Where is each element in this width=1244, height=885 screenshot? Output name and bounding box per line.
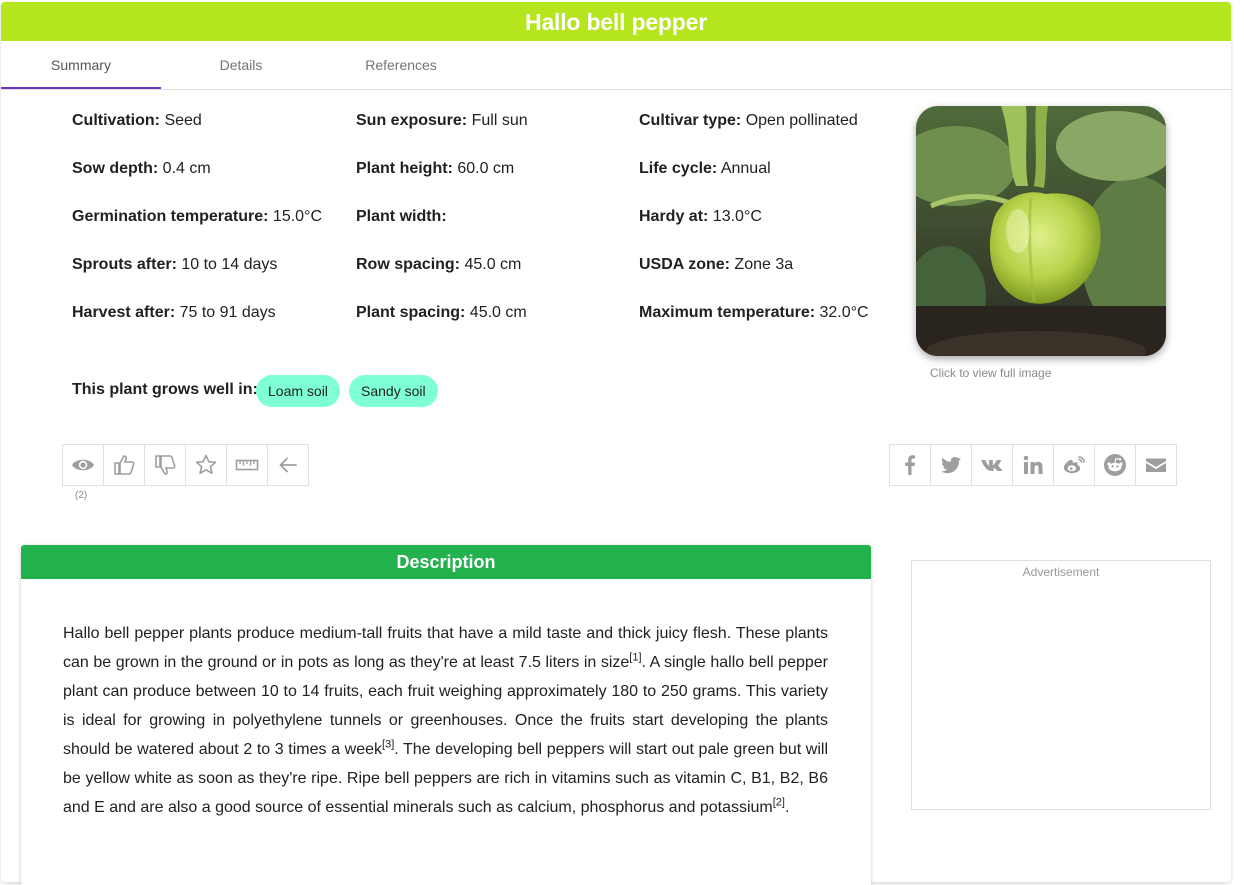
fact-value: Full sun [467, 112, 528, 129]
fact-label: Harvest after: [72, 304, 176, 321]
tab-references[interactable]: References [321, 41, 481, 88]
description-header: Description [21, 545, 871, 579]
soil-chip-sandy[interactable]: Sandy soil [349, 375, 438, 407]
ruler-icon [235, 459, 259, 471]
fact-label: Hardy at: [639, 208, 709, 225]
reference-link-3[interactable]: [3] [382, 739, 394, 751]
weibo-icon [1063, 456, 1085, 473]
fact-cultivar-type: Cultivar type: Open pollinated [639, 112, 858, 130]
share-facebook-button[interactable] [890, 445, 931, 485]
reddit-icon [1104, 454, 1126, 476]
fact-value: 10 to 14 days [176, 256, 278, 273]
fact-life-cycle: Life cycle: Annual [639, 160, 771, 178]
fact-row-spacing: Row spacing: 45.0 cm [356, 256, 521, 274]
measure-button[interactable] [227, 445, 268, 485]
thumbs-up-icon [114, 455, 135, 475]
share-twitter-button[interactable] [931, 445, 972, 485]
fact-value: 45.0 cm [465, 304, 527, 321]
fact-hardy-at: Hardy at: 13.0°C [639, 208, 762, 226]
share-linkedin-button[interactable] [1013, 445, 1054, 485]
description-segment: . [784, 799, 790, 816]
fact-value: Annual [717, 160, 771, 177]
grows-well-label: This plant grows well in: [72, 381, 258, 398]
bell-pepper-photo [916, 106, 1166, 356]
fact-value: 0.4 cm [158, 160, 211, 177]
fact-plant-width: Plant width: [356, 208, 447, 226]
fact-value: 13.0°C [708, 208, 762, 225]
fact-label: Plant spacing: [356, 304, 466, 321]
description-text: Hallo bell pepper plants produce medium-… [63, 619, 828, 822]
fact-harvest-after: Harvest after: 75 to 91 days [72, 304, 276, 322]
twitter-icon [941, 456, 961, 474]
action-toolbar [62, 444, 309, 486]
fact-label: Cultivation: [72, 112, 160, 129]
fact-label: Row spacing: [356, 256, 461, 273]
fact-plant-height: Plant height: 60.0 cm [356, 160, 514, 178]
eye-icon [72, 459, 94, 471]
soil-chip-loam[interactable]: Loam soil [256, 375, 340, 407]
favorite-button[interactable] [186, 445, 227, 485]
views-button[interactable] [63, 445, 104, 485]
fact-value: Open pollinated [741, 112, 858, 129]
envelope-icon [1146, 458, 1166, 472]
tab-summary[interactable]: Summary [1, 41, 161, 89]
fact-label: Maximum temperature: [639, 304, 816, 321]
fact-sow-depth: Sow depth: 0.4 cm [72, 160, 211, 178]
views-count: (2) [75, 490, 88, 501]
page-title: Hallo bell pepper [1, 2, 1231, 41]
fact-usda-zone: USDA zone: Zone 3a [639, 256, 793, 274]
facebook-icon [905, 455, 915, 475]
share-reddit-button[interactable] [1095, 445, 1136, 485]
fact-sun-exposure: Sun exposure: Full sun [356, 112, 528, 130]
fact-label: Sun exposure: [356, 112, 468, 129]
reference-link-2[interactable]: [2] [773, 797, 785, 809]
tab-bar: Summary Details References [1, 41, 1231, 90]
plant-photo[interactable] [916, 106, 1166, 356]
fact-value: 75 to 91 days [175, 304, 276, 321]
share-vk-button[interactable] [972, 445, 1013, 485]
share-weibo-button[interactable] [1054, 445, 1095, 485]
fact-label: Sow depth: [72, 160, 159, 177]
advertisement-box[interactable] [911, 560, 1211, 810]
fact-maximum-temperature: Maximum temperature: 32.0°C [639, 304, 869, 322]
advertisement-label: Advertisement [1022, 565, 1100, 579]
fact-sprouts-after: Sprouts after: 10 to 14 days [72, 256, 277, 274]
reference-link-1[interactable]: [1] [629, 652, 641, 664]
fact-value: 45.0 cm [460, 256, 522, 273]
tab-details[interactable]: Details [161, 41, 321, 88]
arrow-left-icon [279, 457, 297, 473]
photo-caption: Click to view full image [930, 366, 1052, 380]
fact-label: Germination temperature: [72, 208, 269, 225]
share-email-button[interactable] [1136, 445, 1176, 485]
fact-value: 15.0°C [268, 208, 323, 225]
fact-germination-temperature: Germination temperature: 15.0°C [72, 208, 322, 226]
fact-label: Plant height: [356, 160, 453, 177]
fact-value: 32.0°C [815, 304, 869, 321]
fact-cultivation: Cultivation: Seed [72, 112, 202, 130]
back-button[interactable] [268, 445, 308, 485]
fact-plant-spacing: Plant spacing: 45.0 cm [356, 304, 527, 322]
fact-value: Zone 3a [729, 256, 794, 273]
like-button[interactable] [104, 445, 145, 485]
fact-label: Cultivar type: [639, 112, 742, 129]
fact-label: USDA zone: [639, 256, 730, 273]
dislike-button[interactable] [145, 445, 186, 485]
share-toolbar [889, 444, 1177, 486]
vk-icon [981, 460, 1003, 471]
fact-value: 60.0 cm [452, 160, 515, 177]
thumbs-down-icon [155, 455, 176, 475]
fact-label: Life cycle: [639, 160, 718, 177]
linkedin-icon [1023, 455, 1043, 474]
fact-label: Plant width: [356, 208, 447, 225]
star-icon [195, 454, 217, 475]
fact-label: Sprouts after: [72, 256, 177, 273]
fact-value: Seed [160, 112, 202, 129]
